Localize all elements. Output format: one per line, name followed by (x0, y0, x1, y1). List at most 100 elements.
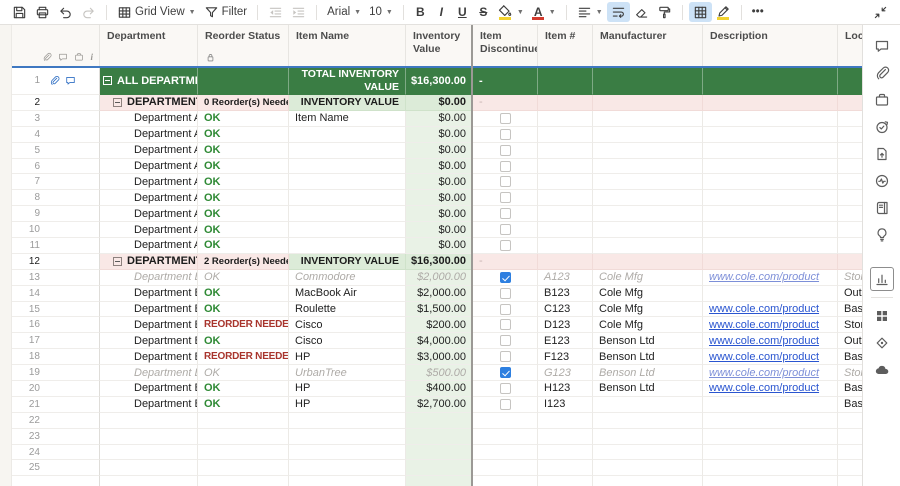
rail-sheet-summary-button[interactable] (870, 196, 894, 220)
row-number[interactable]: 14 (0, 286, 100, 302)
cell-reorder[interactable] (198, 445, 289, 461)
cell-item_name[interactable]: Cisco (289, 317, 406, 333)
cell-item_no[interactable] (538, 460, 593, 476)
cell-inventory[interactable]: $3,000.00 (406, 349, 473, 365)
cell-reorder[interactable] (198, 413, 289, 429)
row-number[interactable]: 13 (0, 270, 100, 286)
row-number[interactable]: 15 (0, 302, 100, 318)
cell-manufacturer[interactable] (593, 476, 703, 486)
cell-description[interactable]: www.cole.com/product (703, 381, 838, 397)
rail-attachments-button[interactable] (870, 61, 894, 85)
cell-inventory[interactable] (406, 460, 473, 476)
rail-publish-button[interactable] (870, 142, 894, 166)
cell-location[interactable] (838, 67, 862, 95)
cell-item_name[interactable] (289, 190, 406, 206)
description-link[interactable]: www.cole.com/product (709, 367, 819, 379)
cell-item_no[interactable] (538, 429, 593, 445)
cell-location[interactable] (838, 254, 862, 270)
discontinued-checkbox[interactable] (500, 351, 511, 362)
cell-description[interactable] (703, 222, 838, 238)
cell-location[interactable] (838, 445, 862, 461)
cell-description[interactable] (703, 460, 838, 476)
cell-inventory[interactable]: $4,000.00 (406, 333, 473, 349)
cell-inventory[interactable]: $0.00 (406, 159, 473, 175)
cell-item_no[interactable] (538, 206, 593, 222)
column-header-description[interactable]: Description (703, 25, 838, 66)
rail-premium-apps-button[interactable] (870, 331, 894, 355)
cell-item_no[interactable]: F123 (538, 349, 593, 365)
cell-inventory[interactable]: $0.00 (406, 238, 473, 254)
cell-disc[interactable] (473, 333, 538, 349)
cell-item_name[interactable]: Roulette (289, 302, 406, 318)
row-number[interactable]: 8 (0, 190, 100, 206)
cell-inventory[interactable]: $0.00 (406, 95, 473, 111)
cell-disc[interactable]: - (473, 67, 538, 95)
row-number[interactable]: 22 (0, 413, 100, 429)
font-color-button[interactable]: A▼ (528, 2, 560, 22)
cell-department[interactable]: Department B (100, 270, 198, 286)
row-number[interactable]: 4 (0, 127, 100, 143)
bold-button[interactable]: B (410, 2, 431, 22)
cell-description[interactable] (703, 190, 838, 206)
row-number[interactable]: 17 (0, 333, 100, 349)
cell-manufacturer[interactable] (593, 67, 703, 95)
row-number[interactable]: 3 (0, 111, 100, 127)
cell-manufacturer[interactable]: Benson Ltd (593, 349, 703, 365)
cell-reorder[interactable]: OK (198, 111, 289, 127)
cell-description[interactable]: www.cole.com/product (703, 317, 838, 333)
row-number[interactable]: 10 (0, 222, 100, 238)
discontinued-checkbox[interactable] (500, 224, 511, 235)
cell-item_no[interactable] (538, 67, 593, 95)
collapse-toggle[interactable] (113, 98, 122, 107)
column-header-location[interactable]: Location (838, 25, 862, 66)
cell-disc[interactable]: - (473, 254, 538, 270)
cell-reorder[interactable]: OK (198, 159, 289, 175)
cell-inventory[interactable]: $0.00 (406, 111, 473, 127)
cell-disc[interactable] (473, 206, 538, 222)
font-family-select[interactable]: Arial▼ (323, 2, 365, 22)
cell-location[interactable] (838, 174, 862, 190)
discontinued-checkbox[interactable] (500, 383, 511, 394)
cell-department[interactable]: Department B (100, 349, 198, 365)
cell-item_no[interactable] (538, 174, 593, 190)
column-header-manufacturer[interactable]: Manufacturer (593, 25, 703, 66)
more-button[interactable]: ••• (748, 2, 768, 22)
cell-department[interactable]: Department A (100, 127, 198, 143)
cell-disc[interactable] (473, 143, 538, 159)
cell-inventory[interactable]: $16,300.00 (406, 254, 473, 270)
cell-inventory[interactable]: $2,000.00 (406, 286, 473, 302)
cell-department[interactable]: Department A (100, 222, 198, 238)
cell-department[interactable] (100, 429, 198, 445)
cell-item_no[interactable] (538, 238, 593, 254)
row-number[interactable]: 9 (0, 206, 100, 222)
cell-reorder[interactable] (198, 460, 289, 476)
cell-disc[interactable] (473, 222, 538, 238)
column-header-department[interactable]: Department (100, 25, 198, 66)
cell-item_no[interactable] (538, 476, 593, 486)
cell-item_name[interactable] (289, 143, 406, 159)
format-painter-button[interactable] (653, 2, 676, 22)
cell-manufacturer[interactable] (593, 254, 703, 270)
frozen-column-divider[interactable] (471, 25, 473, 486)
cell-item_no[interactable]: B123 (538, 286, 593, 302)
cell-description[interactable]: www.cole.com/product (703, 302, 838, 318)
cell-item_no[interactable]: H123 (538, 381, 593, 397)
cell-manufacturer[interactable]: Cole Mfg (593, 286, 703, 302)
discontinued-checkbox[interactable] (500, 240, 511, 251)
cell-disc[interactable] (473, 381, 538, 397)
row-number[interactable]: 12 (0, 254, 100, 270)
column-header-item_no[interactable]: Item # (538, 25, 593, 66)
cell-description[interactable]: www.cole.com/product (703, 349, 838, 365)
cell-department[interactable] (100, 413, 198, 429)
cell-disc[interactable]: - (473, 95, 538, 111)
cell-description[interactable] (703, 143, 838, 159)
cell-manufacturer[interactable]: Cole Mfg (593, 270, 703, 286)
cell-disc[interactable] (473, 127, 538, 143)
row-number[interactable]: 23 (0, 429, 100, 445)
cell-disc[interactable] (473, 159, 538, 175)
cell-inventory[interactable]: $2,700.00 (406, 397, 473, 413)
cell-location[interactable]: Storage (838, 317, 862, 333)
cell-location[interactable]: Basement (838, 381, 862, 397)
cell-disc[interactable] (473, 270, 538, 286)
cell-location[interactable] (838, 143, 862, 159)
